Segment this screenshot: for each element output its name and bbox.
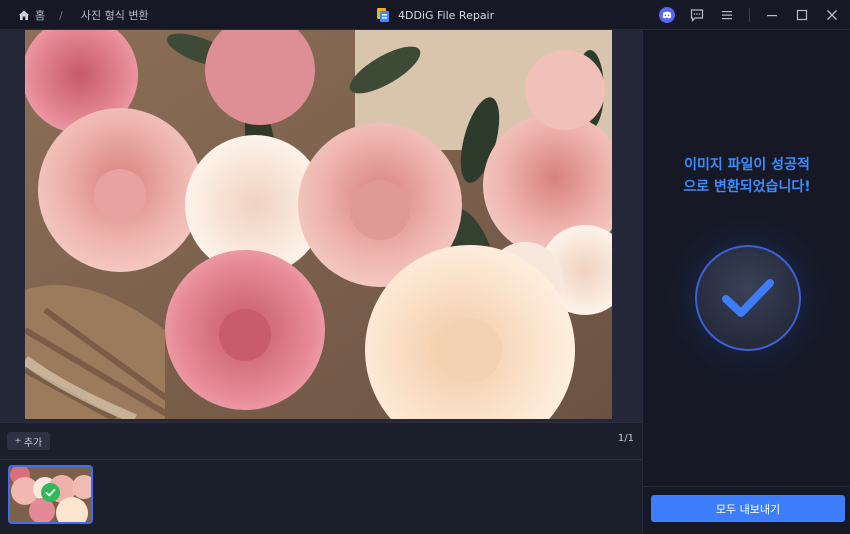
export-all-button[interactable]: 모두 내보내기 bbox=[651, 495, 845, 522]
close-button[interactable] bbox=[824, 7, 840, 23]
maximize-button[interactable] bbox=[794, 7, 810, 23]
app-title-group: 4DDiG File Repair bbox=[376, 0, 494, 30]
thumbnail-strip bbox=[0, 460, 642, 534]
close-icon bbox=[827, 10, 837, 20]
workspace: + 추가 1/1 bbox=[0, 30, 642, 534]
minimize-button[interactable] bbox=[764, 7, 780, 23]
minimize-icon bbox=[767, 15, 777, 17]
discord-icon bbox=[659, 7, 675, 23]
plus-icon: + bbox=[15, 435, 21, 447]
preview-area bbox=[0, 30, 642, 422]
thumbnail-item[interactable] bbox=[8, 465, 93, 524]
controls-divider bbox=[749, 8, 750, 22]
menu-icon bbox=[722, 11, 732, 20]
result-panel: 이미지 파일이 성공적 으로 변환되었습니다! 모두 내보내기 bbox=[642, 30, 850, 534]
page-count: 1/1 bbox=[617, 433, 634, 444]
breadcrumb-current: 사진 형식 변환 bbox=[80, 9, 149, 22]
success-message: 이미지 파일이 성공적 으로 변환되었습니다! bbox=[643, 154, 850, 198]
feedback-button[interactable] bbox=[689, 7, 705, 23]
success-message-line1: 이미지 파일이 성공적 bbox=[684, 157, 810, 173]
title-bar: 홈 / 사진 형식 변환 4DDiG File Repair bbox=[0, 0, 850, 30]
home-icon bbox=[19, 10, 29, 20]
export-bar: 모두 내보내기 bbox=[643, 486, 850, 534]
check-icon bbox=[722, 279, 774, 317]
app-title: 4DDiG File Repair bbox=[398, 8, 495, 22]
breadcrumb-home[interactable]: 홈 bbox=[18, 7, 45, 23]
feedback-icon bbox=[690, 9, 704, 22]
breadcrumb: 홈 / 사진 형식 변환 bbox=[18, 0, 149, 30]
window-controls bbox=[659, 0, 840, 30]
add-file-label: 추가 bbox=[23, 437, 43, 449]
breadcrumb-separator: / bbox=[59, 8, 63, 22]
app-logo-icon bbox=[377, 8, 389, 22]
check-icon bbox=[45, 488, 56, 497]
breadcrumb-home-label: 홈 bbox=[35, 9, 46, 22]
maximize-icon bbox=[796, 9, 808, 21]
converted-badge bbox=[41, 483, 60, 502]
add-file-button[interactable]: + 추가 bbox=[7, 432, 51, 450]
success-indicator bbox=[695, 245, 801, 351]
preview-image bbox=[25, 30, 612, 419]
file-toolbar: + 추가 1/1 bbox=[0, 422, 642, 460]
discord-button[interactable] bbox=[659, 7, 675, 23]
flower-photo bbox=[25, 30, 612, 419]
success-message-line2: 으로 변환되었습니다! bbox=[683, 179, 811, 195]
menu-button[interactable] bbox=[719, 7, 735, 23]
